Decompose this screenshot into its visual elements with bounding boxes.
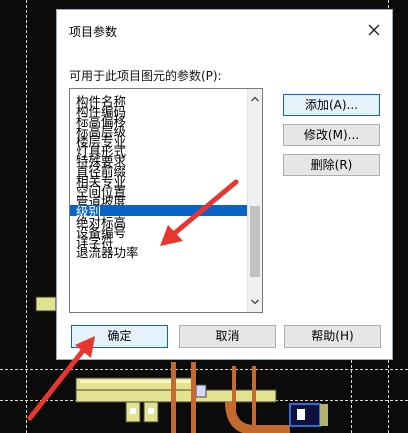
- parameter-listbox[interactable]: 构件名称 构件编码 标高偏移 标高层级 楼层专业 灯具形式 特殊要求 直径前缀 相关专业 空间位置…: [69, 88, 263, 313]
- project-parameters-dialog: 项目参数 可用于此项目图元的参数(P): 构件名称 构件编码 标高偏移 标高层级 楼层专…: [56, 9, 393, 360]
- add-button[interactable]: 添加(A)...: [283, 94, 380, 116]
- dialog-title: 项目参数: [69, 25, 118, 39]
- ok-button[interactable]: 确定: [71, 325, 168, 348]
- close-icon: [368, 24, 380, 36]
- help-button[interactable]: 帮助(H): [284, 325, 381, 348]
- scroll-up-icon[interactable]: [250, 94, 260, 104]
- scrollbar-thumb[interactable]: [250, 206, 260, 277]
- close-button[interactable]: [364, 20, 384, 40]
- modify-button[interactable]: 修改(M)...: [283, 124, 380, 146]
- title-bar[interactable]: 项目参数: [57, 10, 392, 50]
- scroll-down-icon[interactable]: [250, 297, 260, 307]
- cancel-button[interactable]: 取消: [179, 325, 276, 348]
- available-parameters-label: 可用于此项目图元的参数(P):: [69, 69, 222, 83]
- delete-button[interactable]: 删除(R): [283, 154, 380, 176]
- listbox-scrollbar[interactable]: [247, 89, 262, 312]
- parameter-list: 构件名称 构件编码 标高偏移 标高层级 楼层专业 灯具形式 特殊要求 直径前缀 相关专业 空间位置…: [70, 95, 248, 260]
- list-item[interactable]: 退流器功率: [70, 246, 248, 260]
